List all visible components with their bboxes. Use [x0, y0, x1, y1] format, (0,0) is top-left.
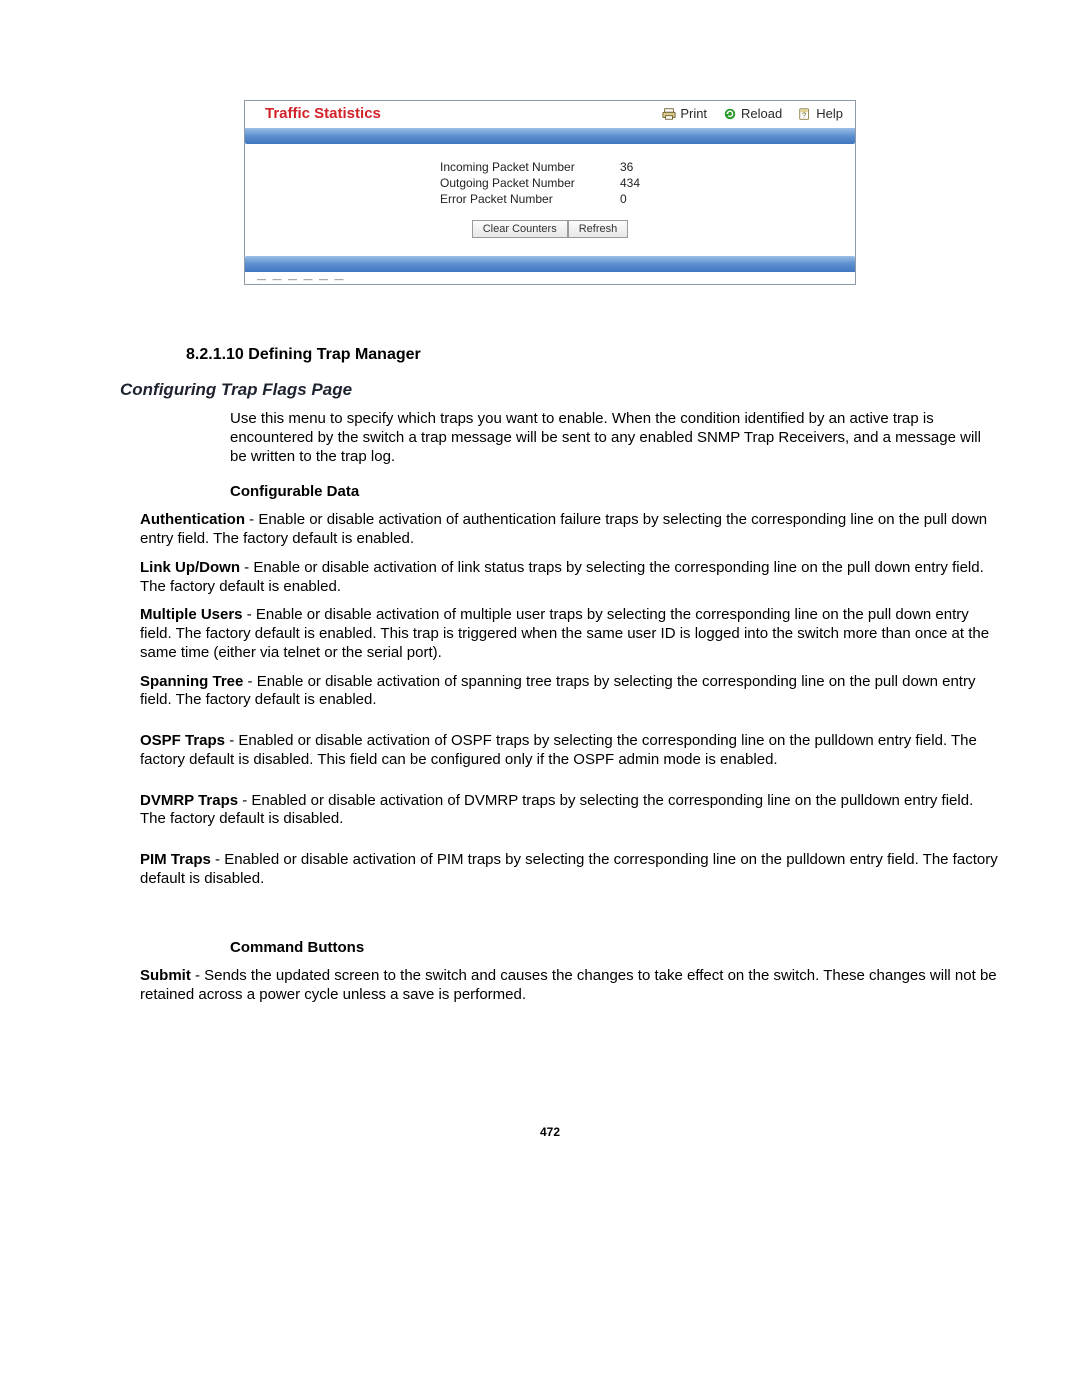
print-icon — [662, 107, 676, 121]
panel-divider-top — [245, 128, 855, 144]
config-item: Multiple Users - Enable or disable activ… — [140, 606, 1000, 662]
stat-value: 434 — [620, 176, 660, 190]
panel-actions: Print Reload ? Help — [662, 106, 843, 121]
print-action[interactable]: Print — [662, 106, 707, 121]
stat-label: Error Packet Number — [440, 192, 590, 206]
config-desc: - Enable or disable activation of link s… — [140, 559, 984, 595]
command-term: Submit — [140, 967, 191, 984]
page-number: 472 — [130, 1125, 970, 1139]
stat-row: Error Packet Number 0 — [265, 192, 835, 206]
config-desc: - Enable or disable activation of authen… — [140, 511, 987, 547]
stat-value: 0 — [620, 192, 660, 206]
stat-label: Incoming Packet Number — [440, 160, 590, 174]
help-label: Help — [816, 106, 843, 121]
section-number: 8.2.1.10 — [186, 346, 244, 363]
stat-label: Outgoing Packet Number — [440, 176, 590, 190]
reload-label: Reload — [741, 106, 782, 121]
intro-paragraph: Use this menu to specify which traps you… — [230, 410, 1000, 466]
panel-button-row: Clear Counters Refresh — [265, 220, 835, 238]
help-action[interactable]: ? Help — [798, 106, 843, 121]
configurable-data-heading: Configurable Data — [230, 483, 1000, 502]
config-term: PIM Traps — [140, 851, 211, 868]
config-item: Link Up/Down - Enable or disable activat… — [140, 559, 1000, 597]
traffic-statistics-panel: Traffic Statistics Print Reload ? — [244, 100, 856, 285]
panel-header: Traffic Statistics Print Reload ? — [245, 101, 855, 128]
config-item: Authentication - Enable or disable activ… — [140, 511, 1000, 549]
stat-row: Incoming Packet Number 36 — [265, 160, 835, 174]
clear-counters-button[interactable]: Clear Counters — [472, 220, 568, 238]
config-desc: - Enable or disable activation of spanni… — [140, 673, 975, 709]
section-subtitle: Configuring Trap Flags Page — [120, 379, 1000, 400]
panel-title: Traffic Statistics — [265, 105, 381, 122]
panel-divider-bottom — [245, 256, 855, 272]
config-desc: - Enable or disable activation of multip… — [140, 606, 989, 661]
config-term: Multiple Users — [140, 606, 243, 623]
refresh-button[interactable]: Refresh — [568, 220, 629, 238]
document-body: 8.2.1.10 Defining Trap Manager Configuri… — [140, 345, 1000, 1005]
panel-body: Incoming Packet Number 36 Outgoing Packe… — [245, 144, 855, 256]
section-title: Defining Trap Manager — [248, 346, 420, 363]
config-term: Authentication — [140, 511, 245, 528]
command-desc: - Sends the updated screen to the switch… — [140, 967, 997, 1003]
command-item: Submit - Sends the updated screen to the… — [140, 967, 1000, 1005]
stat-row: Outgoing Packet Number 434 — [265, 176, 835, 190]
config-item: OSPF Traps - Enabled or disable activati… — [140, 732, 1000, 770]
svg-text:?: ? — [802, 112, 806, 119]
config-term: Link Up/Down — [140, 559, 240, 576]
command-buttons-heading: Command Buttons — [230, 939, 1000, 958]
config-desc: - Enabled or disable activation of OSPF … — [140, 732, 977, 768]
config-term: OSPF Traps — [140, 732, 225, 749]
config-item: PIM Traps - Enabled or disable activatio… — [140, 851, 1000, 889]
config-term: Spanning Tree — [140, 673, 243, 690]
panel-footer-cutoff: — — — — — — — [245, 272, 855, 284]
config-item: Spanning Tree - Enable or disable activa… — [140, 673, 1000, 711]
reload-icon — [723, 107, 737, 121]
reload-action[interactable]: Reload — [723, 106, 782, 121]
config-term: DVMRP Traps — [140, 792, 238, 809]
section-heading: 8.2.1.10 Defining Trap Manager — [186, 345, 1000, 365]
config-item: DVMRP Traps - Enabled or disable activat… — [140, 792, 1000, 830]
config-desc: - Enabled or disable activation of PIM t… — [140, 851, 998, 887]
help-icon: ? — [798, 107, 812, 121]
config-desc: - Enabled or disable activation of DVMRP… — [140, 792, 973, 828]
print-label: Print — [680, 106, 707, 121]
stat-value: 36 — [620, 160, 660, 174]
